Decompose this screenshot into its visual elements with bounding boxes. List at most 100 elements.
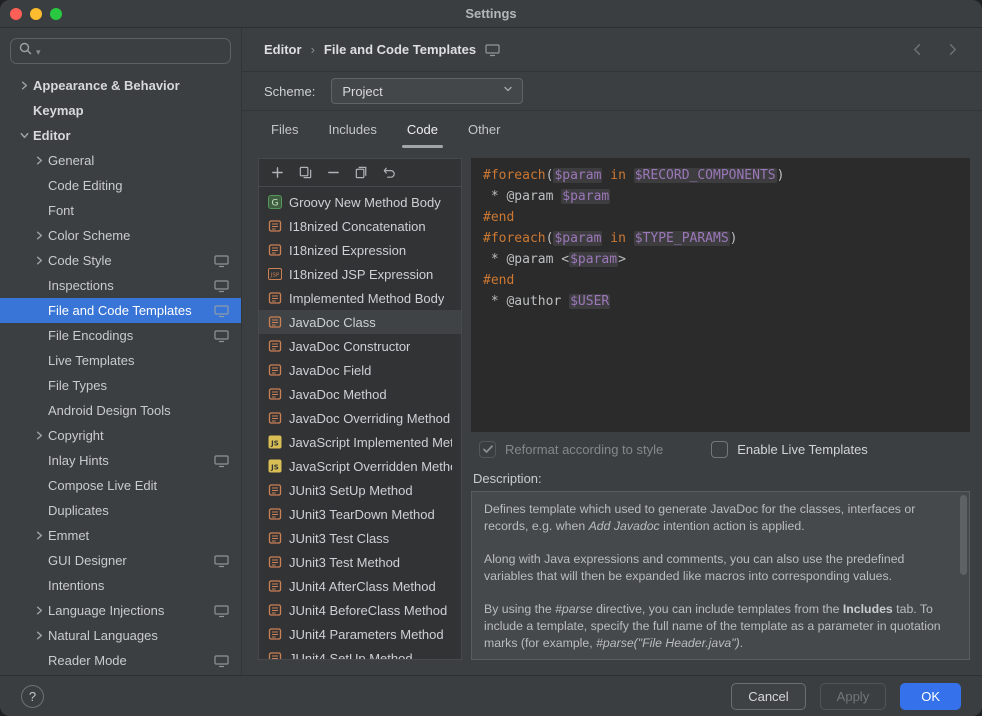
chevron-right-icon[interactable] xyxy=(31,603,48,618)
sidebar-item-gui-designer[interactable]: GUI Designer xyxy=(0,548,241,573)
sidebar-item-code-style[interactable]: Code Style xyxy=(0,248,241,273)
chevron-right-icon[interactable] xyxy=(31,228,48,243)
sidebar-item-natural-languages[interactable]: Natural Languages xyxy=(0,623,241,648)
template-item-junit3-test-method[interactable]: JUnit3 Test Method xyxy=(259,550,461,574)
sidebar-item-file-types[interactable]: File Types xyxy=(0,373,241,398)
template-item-junit4-beforeclass-method[interactable]: JUnit4 BeforeClass Method xyxy=(259,598,461,622)
sidebar-item-compose-live-edit[interactable]: Compose Live Edit xyxy=(0,473,241,498)
zoom-button[interactable] xyxy=(50,8,62,20)
template-list[interactable]: GGroovy New Method BodyI18nized Concaten… xyxy=(259,187,461,659)
template-item-junit4-afterclass-method[interactable]: JUnit4 AfterClass Method xyxy=(259,574,461,598)
sidebar-item-language-injections[interactable]: Language Injections xyxy=(0,598,241,623)
sidebar-item-keymap[interactable]: Keymap xyxy=(0,98,241,123)
sidebar-item-android-design-tools[interactable]: Android Design Tools xyxy=(0,398,241,423)
javascript-template-icon: JS xyxy=(268,435,282,449)
template-item-label: JavaDoc Field xyxy=(289,363,371,378)
sidebar-item-label: General xyxy=(48,153,94,168)
description-paragraph: By using the #parse directive, you can i… xyxy=(484,601,953,652)
chevron-spacer xyxy=(31,478,48,493)
template-item-label: JUnit3 SetUp Method xyxy=(289,483,413,498)
chevron-right-icon[interactable] xyxy=(31,528,48,543)
chevron-right-icon[interactable] xyxy=(31,628,48,643)
template-item-i18nized-expression[interactable]: I18nized Expression xyxy=(259,238,461,262)
sidebar-item-emmet[interactable]: Emmet xyxy=(0,523,241,548)
search-input[interactable] xyxy=(44,44,223,59)
template-item-javadoc-overriding-method[interactable]: JavaDoc Overriding Method xyxy=(259,406,461,430)
template-item-i18nized-jsp-expression[interactable]: JSPI18nized JSP Expression xyxy=(259,262,461,286)
close-button[interactable] xyxy=(10,8,22,20)
template-item-javascript-implemented-method[interactable]: JSJavaScript Implemented Method xyxy=(259,430,461,454)
minimize-button[interactable] xyxy=(30,8,42,20)
template-item-javadoc-constructor[interactable]: JavaDoc Constructor xyxy=(259,334,461,358)
back-button[interactable] xyxy=(910,42,925,57)
settings-search-field[interactable]: ▾ xyxy=(10,38,231,64)
chevron-right-icon[interactable] xyxy=(31,153,48,168)
description-scrollbar[interactable] xyxy=(960,495,967,575)
reset-to-default-button[interactable] xyxy=(380,164,398,182)
sidebar-item-file-and-code-templates[interactable]: File and Code Templates xyxy=(0,298,241,323)
reformat-checkbox[interactable]: Reformat according to style xyxy=(479,441,663,458)
add-template-button[interactable] xyxy=(268,164,286,182)
sidebar-item-inlay-hints[interactable]: Inlay Hints xyxy=(0,448,241,473)
scheme-select[interactable]: Project xyxy=(331,78,523,104)
sidebar-item-general[interactable]: General xyxy=(0,148,241,173)
sidebar-item-file-encodings[interactable]: File Encodings xyxy=(0,323,241,348)
breadcrumb-editor[interactable]: Editor xyxy=(264,42,302,57)
template-template-icon xyxy=(268,627,282,641)
sidebar-item-label: Color Scheme xyxy=(48,228,130,243)
chevron-down-icon[interactable] xyxy=(16,128,33,143)
template-item-junit3-setup-method[interactable]: JUnit3 SetUp Method xyxy=(259,478,461,502)
sidebar-item-duplicates[interactable]: Duplicates xyxy=(0,498,241,523)
enable-live-templates-checkbox[interactable]: Enable Live Templates xyxy=(711,441,868,458)
template-item-i18nized-concatenation[interactable]: I18nized Concatenation xyxy=(259,214,461,238)
tab-includes[interactable]: Includes xyxy=(313,111,391,148)
copy-template-button[interactable] xyxy=(296,164,314,182)
template-item-groovy-new-method-body[interactable]: GGroovy New Method Body xyxy=(259,190,461,214)
template-item-junit4-parameters-method[interactable]: JUnit4 Parameters Method xyxy=(259,622,461,646)
sidebar-item-font[interactable]: Font xyxy=(0,198,241,223)
remove-template-button[interactable] xyxy=(324,164,342,182)
jsp-template-icon: JSP xyxy=(268,267,282,281)
help-button[interactable]: ? xyxy=(21,685,44,708)
sidebar-item-intentions[interactable]: Intentions xyxy=(0,573,241,598)
description-pane[interactable]: Defines template which used to generate … xyxy=(471,491,970,660)
sidebar-item-appearance-behavior[interactable]: Appearance & Behavior xyxy=(0,73,241,98)
sidebar-item-inspections[interactable]: Inspections xyxy=(0,273,241,298)
forward-button[interactable] xyxy=(945,42,960,57)
template-item-javascript-overridden-method[interactable]: JSJavaScript Overridden Method xyxy=(259,454,461,478)
javascript-template-icon: JS xyxy=(268,459,282,473)
code-token: #foreach xyxy=(483,168,546,183)
sidebar-item-copyright[interactable]: Copyright xyxy=(0,423,241,448)
sidebar-item-label: Android Design Tools xyxy=(48,403,171,418)
breadcrumb-current-page: File and Code Templates xyxy=(324,42,476,57)
tab-other[interactable]: Other xyxy=(453,111,516,148)
template-item-junit4-setup-method[interactable]: JUnit4 SetUp Method xyxy=(259,646,461,659)
template-item-javadoc-method[interactable]: JavaDoc Method xyxy=(259,382,461,406)
template-template-icon xyxy=(268,507,282,521)
template-item-junit3-test-class[interactable]: JUnit3 Test Class xyxy=(259,526,461,550)
template-item-javadoc-field[interactable]: JavaDoc Field xyxy=(259,358,461,382)
chevron-right-icon[interactable] xyxy=(16,78,33,93)
code-token: $USER xyxy=(569,294,610,309)
tab-code[interactable]: Code xyxy=(392,111,453,148)
template-item-javadoc-class[interactable]: JavaDoc Class xyxy=(259,310,461,334)
chevron-right-icon[interactable] xyxy=(31,428,48,443)
sidebar-item-reader-mode[interactable]: Reader Mode xyxy=(0,648,241,673)
template-item-junit3-teardown-method[interactable]: JUnit3 TearDown Method xyxy=(259,502,461,526)
template-editor[interactable]: #foreach($param in $RECORD_COMPONENTS) *… xyxy=(471,158,970,432)
chevron-right-icon[interactable] xyxy=(31,253,48,268)
sidebar-item-color-scheme[interactable]: Color Scheme xyxy=(0,223,241,248)
chevron-down-icon xyxy=(502,82,514,100)
tab-files[interactable]: Files xyxy=(256,111,313,148)
duplicate-template-button[interactable] xyxy=(352,164,370,182)
code-line: #end xyxy=(483,270,958,291)
ok-button[interactable]: OK xyxy=(900,683,961,710)
apply-button[interactable]: Apply xyxy=(820,683,887,710)
search-history-chevron-icon[interactable]: ▾ xyxy=(36,48,41,57)
cancel-button[interactable]: Cancel xyxy=(731,683,805,710)
sidebar-item-code-editing[interactable]: Code Editing xyxy=(0,173,241,198)
template-item-implemented-method-body[interactable]: Implemented Method Body xyxy=(259,286,461,310)
template-template-icon xyxy=(268,483,282,497)
sidebar-item-live-templates[interactable]: Live Templates xyxy=(0,348,241,373)
sidebar-item-editor[interactable]: Editor xyxy=(0,123,241,148)
